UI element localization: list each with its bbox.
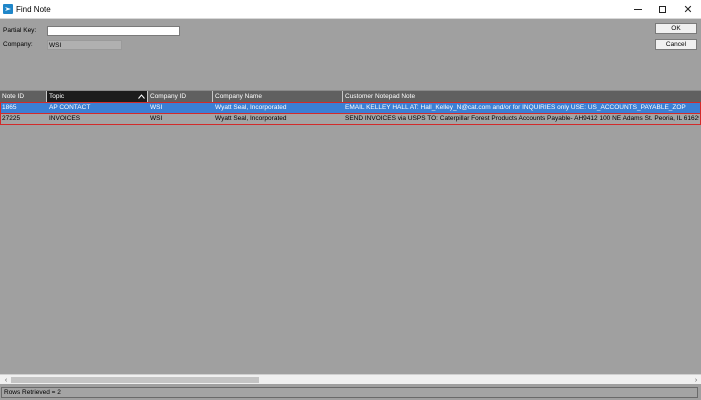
minimize-icon (634, 8, 642, 10)
close-icon: ✕ (683, 3, 693, 16)
scroll-left-icon[interactable]: ‹ (1, 375, 11, 385)
minimize-button[interactable] (626, 0, 650, 18)
column-header-label: Company Name (215, 93, 262, 100)
column-header-company-id[interactable]: Company ID (148, 91, 213, 102)
table-row[interactable]: 1865 AP CONTACT WSI Wyatt Seal, Incorpor… (0, 102, 701, 113)
company-field: WSI (47, 40, 122, 50)
sort-ascending-icon (138, 93, 145, 100)
ok-button[interactable]: OK (655, 23, 697, 34)
title-bar: Find Note ✕ (0, 0, 701, 19)
maximize-button[interactable] (650, 0, 674, 18)
app-logo-icon (3, 4, 13, 14)
cell-topic: AP CONTACT (49, 104, 91, 111)
table-row[interactable]: 27225 INVOICES WSI Wyatt Seal, Incorpora… (0, 113, 701, 124)
cell-company-id: WSI (150, 104, 163, 111)
scroll-right-icon[interactable]: › (691, 375, 701, 385)
rows-retrieved-status: Rows Retrieved = 2 (1, 387, 698, 398)
cell-note: SEND INVOICES via USPS TO: Caterpillar F… (345, 115, 699, 122)
column-header-label: Note ID (2, 93, 25, 100)
status-bar: Rows Retrieved = 2 (0, 386, 701, 400)
cell-note-id: 1865 (2, 104, 17, 111)
close-button[interactable]: ✕ (676, 0, 700, 18)
cell-company-name: Wyatt Seal, Incorporated (215, 104, 287, 111)
column-header-topic[interactable]: Topic (47, 91, 148, 102)
grid-rows: 1865 AP CONTACT WSI Wyatt Seal, Incorpor… (0, 102, 701, 124)
cell-note: EMAIL KELLEY HALL AT: Hall_Kelley_N@cat.… (345, 104, 686, 111)
column-header-company-name[interactable]: Company Name (213, 91, 343, 102)
cell-topic: INVOICES (49, 115, 81, 122)
grid-header: Note ID Topic Company ID Company Name Cu… (0, 90, 701, 102)
partial-key-label: Partial Key: (3, 27, 37, 34)
cell-company-name: Wyatt Seal, Incorporated (215, 115, 287, 122)
partial-key-input[interactable] (47, 26, 180, 36)
cancel-button[interactable]: Cancel (655, 39, 697, 50)
cell-company-id: WSI (150, 115, 163, 122)
column-header-note-id[interactable]: Note ID (0, 91, 47, 102)
column-header-label: Topic (49, 93, 65, 100)
notes-grid: Note ID Topic Company ID Company Name Cu… (0, 90, 701, 124)
scroll-thumb[interactable] (11, 377, 259, 383)
maximize-icon (658, 5, 666, 13)
column-header-label: Customer Notepad Note (345, 93, 416, 100)
column-header-label: Company ID (150, 93, 187, 100)
column-header-customer-notepad-note[interactable]: Customer Notepad Note (343, 91, 701, 102)
window-title: Find Note (16, 5, 51, 14)
company-label: Company: (3, 41, 33, 48)
horizontal-scrollbar[interactable]: ‹ › (0, 374, 701, 384)
cell-note-id: 27225 (2, 115, 21, 122)
